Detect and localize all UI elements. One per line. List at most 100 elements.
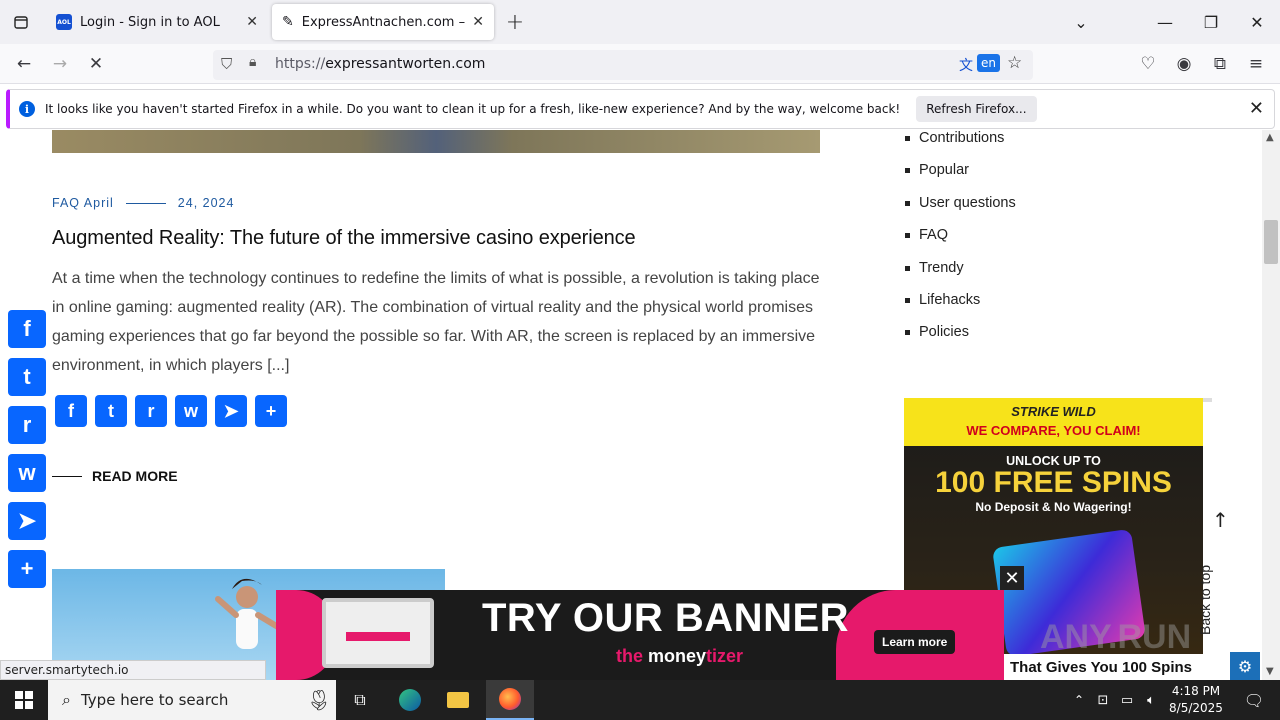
floating-share-bar: f t r w ➤ +: [8, 310, 46, 588]
learn-more-button[interactable]: Learn more: [874, 630, 956, 654]
sidebar-item-policies[interactable]: Policies: [905, 324, 969, 340]
pocket-icon[interactable]: ♡: [1132, 48, 1164, 80]
url-text[interactable]: https://expressantworten.com: [275, 56, 485, 72]
tab-expressantworten[interactable]: ✎ ExpressAntnachen.com – The m ✕: [272, 4, 494, 40]
close-icon[interactable]: ✕: [1249, 98, 1264, 119]
facebook-share-icon[interactable]: f: [8, 310, 46, 348]
settings-gear-icon[interactable]: ⚙: [1230, 652, 1260, 680]
task-view-icon[interactable]: ⧉: [340, 680, 380, 720]
refresh-firefox-notification: i It looks like you haven't started Fire…: [6, 89, 1275, 129]
new-tab-button[interactable]: +: [492, 0, 538, 44]
translate-language-badge[interactable]: en: [977, 54, 1000, 72]
page-content: FAQ April 24, 2024 Augmented Reality: The…: [0, 130, 1262, 680]
facebook-share-icon[interactable]: f: [55, 395, 87, 427]
article-hero-image[interactable]: [52, 130, 820, 153]
tab-aol-login[interactable]: AOL Login - Sign in to AOL ✕: [46, 4, 268, 40]
telegram-share-icon[interactable]: ➤: [8, 502, 46, 540]
tab-title: ExpressAntnachen.com – The m: [301, 14, 467, 30]
windows-start-icon[interactable]: [0, 680, 48, 720]
close-window-button[interactable]: ✕: [1234, 0, 1280, 44]
scrollbar-thumb[interactable]: [1264, 220, 1278, 264]
url-host: expressantworten.com: [325, 56, 486, 72]
read-more-line: [52, 475, 82, 477]
read-more-label: READ MORE: [92, 468, 178, 484]
taskbar-search-box[interactable]: ⌕ Type here to search 🌷︎: [48, 680, 336, 720]
sidebar-item-user-questions[interactable]: User questions: [905, 195, 1016, 211]
url-bar[interactable]: ⛉ 🔒︎ https://expressantworten.com 文 en ☆: [213, 50, 1033, 80]
article-meta: FAQ April 24, 2024: [52, 196, 234, 210]
show-hidden-icons-chevron-icon[interactable]: ⌃: [1068, 680, 1090, 720]
whatsapp-share-icon[interactable]: w: [8, 454, 46, 492]
device-icon[interactable]: ⊡: [1092, 680, 1114, 720]
tab-title: Login - Sign in to AOL: [80, 14, 220, 30]
article-date: 24, 2024: [177, 196, 235, 210]
clock-date: 8/5/2025: [1169, 701, 1223, 715]
translate-icon[interactable]: 文: [959, 55, 973, 75]
brand-tizer: tizer: [706, 646, 744, 666]
account-icon[interactable]: ◉: [1168, 48, 1200, 80]
minimize-button[interactable]: —: [1142, 0, 1188, 44]
back-to-top-label: Back to top: [1197, 564, 1214, 636]
moneytizer-logo: the moneytizer: [616, 646, 743, 667]
bookmark-star-icon[interactable]: ☆: [1007, 53, 1022, 73]
whatsapp-share-icon[interactable]: w: [175, 395, 207, 427]
meta-divider: [125, 203, 166, 205]
tracking-protection-shield-icon[interactable]: ⛉: [221, 55, 232, 73]
search-icon: ⌕: [62, 690, 71, 709]
search-placeholder: Type here to search: [80, 691, 229, 709]
article-title[interactable]: Augmented Reality: The future of the imm…: [52, 227, 636, 250]
read-more-link[interactable]: READ MORE: [52, 468, 178, 484]
url-scheme: https://: [275, 56, 326, 72]
tab-close-icon[interactable]: ✕: [472, 14, 484, 30]
menu-icon[interactable]: ≡: [1240, 48, 1272, 80]
telegram-share-icon[interactable]: ➤: [215, 395, 247, 427]
sidebar-item-trendy[interactable]: Trendy: [905, 260, 964, 276]
stop-button[interactable]: ✕: [80, 48, 112, 80]
sidebar-item-popular[interactable]: Popular: [905, 162, 969, 178]
volume-icon[interactable]: 🔈︎: [1140, 680, 1162, 720]
monitor-illustration: [322, 598, 434, 668]
file-explorer-icon[interactable]: [438, 680, 478, 720]
tab-strip: AOL Login - Sign in to AOL ✕ ✎ ExpressAn…: [0, 0, 1280, 44]
ad-logo: STRIKE WILD: [1011, 404, 1096, 419]
firefox-taskbar-icon[interactable]: [486, 680, 534, 720]
scroll-down-icon[interactable]: ▼: [1266, 666, 1274, 677]
anyrun-watermark: ANY.RUN: [1040, 618, 1192, 656]
extensions-icon[interactable]: ⧉: [1204, 48, 1236, 80]
notification-text: It looks like you haven't started Firefo…: [45, 102, 901, 116]
edge-icon[interactable]: [390, 680, 430, 720]
taskbar-clock[interactable]: 4:18 PM 8/5/2025: [1166, 683, 1226, 717]
restore-button[interactable]: ❐: [1188, 0, 1234, 44]
banner-close-icon[interactable]: ✕: [1000, 566, 1024, 590]
banner-headline: TRY OUR BANNER: [482, 596, 850, 640]
sidebar-item-faq[interactable]: FAQ: [905, 227, 948, 243]
article-excerpt: At a time when the technology continues …: [52, 270, 820, 374]
lock-icon[interactable]: 🔒︎: [249, 54, 256, 70]
back-button[interactable]: ←: [8, 48, 40, 80]
reddit-share-icon[interactable]: r: [135, 395, 167, 427]
arrow-up-icon: ↑: [1212, 508, 1229, 532]
edit-favicon-icon: ✎: [282, 14, 294, 30]
back-to-top-link[interactable]: ↑ Back to top: [1197, 508, 1230, 635]
moneytizer-banner-ad[interactable]: TRY OUR BANNER Learn more the moneytizer: [276, 590, 1004, 680]
forward-button[interactable]: →: [44, 48, 76, 80]
ad-tagline[interactable]: That Gives You 100 Spins: [1004, 654, 1230, 680]
share-plus-icon[interactable]: +: [8, 550, 46, 588]
twitter-share-icon[interactable]: t: [95, 395, 127, 427]
sidebar-item-lifehacks[interactable]: Lifehacks: [905, 292, 980, 308]
reddit-share-icon[interactable]: r: [8, 406, 46, 444]
sidebar-item-contributions[interactable]: Contributions: [905, 130, 1004, 146]
brand-money: money: [648, 646, 707, 666]
refresh-firefox-button[interactable]: Refresh Firefox...: [916, 96, 1037, 122]
network-icon[interactable]: ▭: [1116, 680, 1138, 720]
notifications-icon[interactable]: 🗨︎: [1234, 680, 1274, 720]
twitter-share-icon[interactable]: t: [8, 358, 46, 396]
scroll-up-icon[interactable]: ▲: [1266, 132, 1274, 143]
list-all-tabs-chevron-icon[interactable]: ⌄: [1058, 0, 1104, 44]
brand-the: the: [616, 646, 643, 666]
page-scrollbar[interactable]: ▲ ▼: [1262, 130, 1280, 680]
tab-list-icon[interactable]: [0, 0, 42, 44]
share-plus-icon[interactable]: +: [255, 395, 287, 427]
article-category[interactable]: FAQ April: [52, 196, 114, 210]
tab-close-icon[interactable]: ✕: [246, 14, 258, 30]
